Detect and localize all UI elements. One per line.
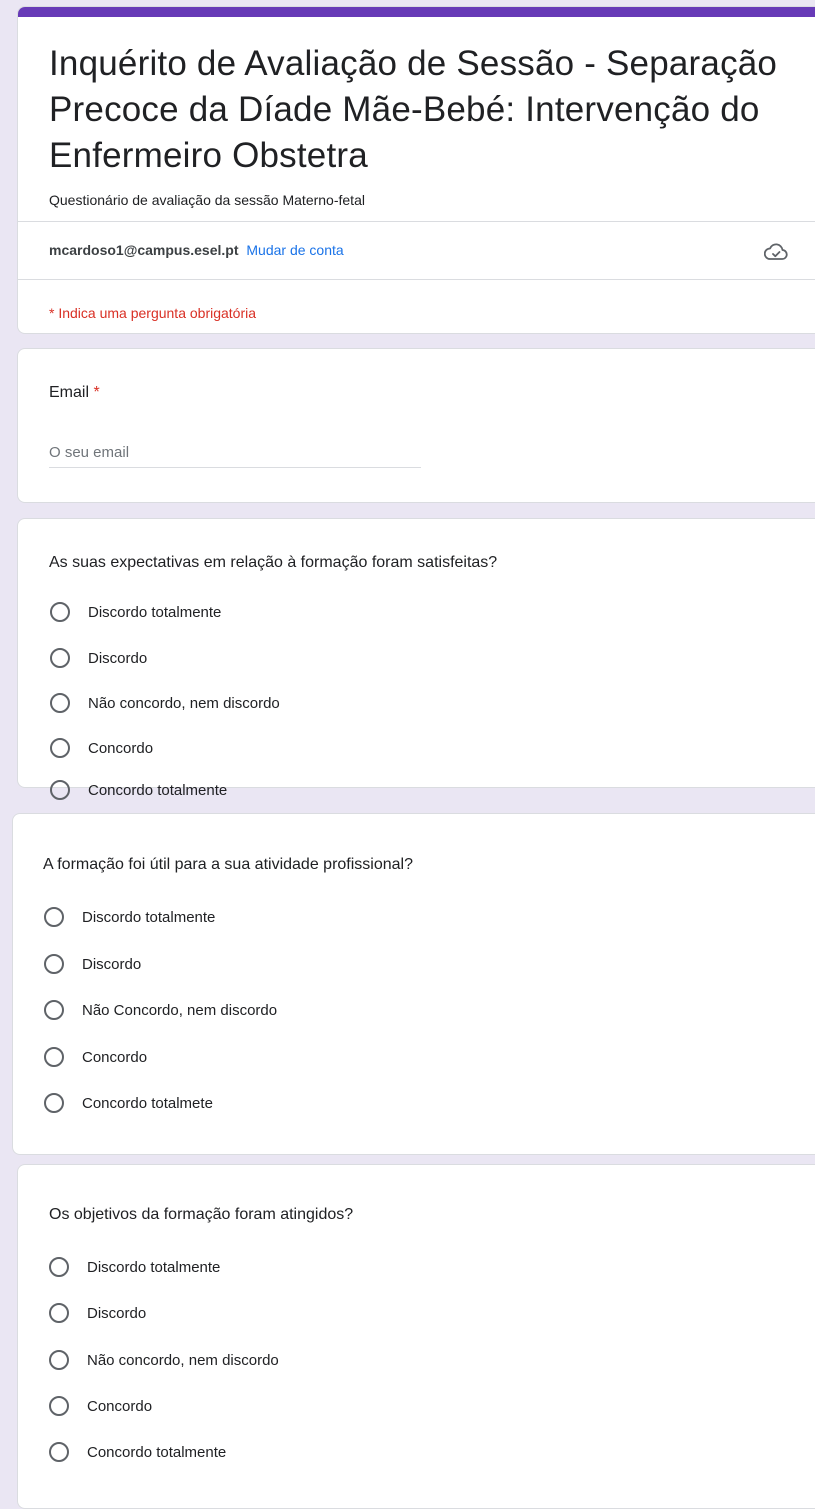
required-asterisk: * (93, 384, 100, 401)
radio-circle-icon[interactable] (50, 693, 70, 713)
header-divider (18, 221, 815, 222)
option-label: Não concordo, nem discordo (87, 1351, 279, 1369)
switch-account-link[interactable]: Mudar de conta (246, 242, 343, 258)
email-input[interactable] (49, 437, 421, 468)
radio-circle-icon[interactable] (50, 648, 70, 668)
form-header-card: Inquérito de Avaliação de Sessão - Separ… (17, 6, 815, 334)
account-divider (18, 279, 815, 280)
radio-circle-icon[interactable] (49, 1350, 69, 1370)
option-label: Discordo totalmente (82, 908, 216, 926)
email-question-label: Email * (49, 384, 100, 402)
option-label: Discordo (87, 1304, 147, 1322)
radio-circle-icon[interactable] (44, 1093, 64, 1113)
radio-circle-icon[interactable] (44, 1047, 64, 1067)
option-label: Concordo totalmente (88, 781, 228, 799)
radio-option[interactable]: Discordo totalmente (50, 602, 221, 622)
radio-option[interactable]: Concordo (49, 1396, 152, 1416)
account-email: mcardoso1@campus.esel.pt (49, 242, 239, 258)
screenshot-seam (0, 801, 815, 813)
question-label: As suas expectativas em relação à formaç… (49, 554, 498, 571)
form-title: Inquérito de Avaliação de Sessão - Separ… (49, 44, 778, 175)
option-label: Concordo (82, 1048, 148, 1066)
radio-option[interactable]: Concordo totalmete (44, 1093, 213, 1113)
radio-option[interactable]: Concordo totalmente (49, 1442, 226, 1462)
radio-option[interactable]: Discordo (50, 648, 147, 668)
option-label: Discordo totalmente (88, 603, 222, 621)
option-label: Concordo totalmete (82, 1094, 213, 1112)
radio-option[interactable]: Discordo (49, 1303, 146, 1323)
cloud-saved-icon[interactable] (764, 243, 788, 261)
radio-option[interactable]: Concordo totalmente (50, 780, 227, 800)
form-description: Questionário de avaliação da sessão Mate… (49, 192, 365, 208)
radio-option[interactable]: Discordo totalmente (49, 1257, 220, 1277)
question-label: Os objetivos da formação foram atingidos… (49, 1206, 354, 1223)
option-label: Discordo totalmente (87, 1258, 221, 1276)
radio-option[interactable]: Concordo (50, 738, 153, 758)
option-label: Concordo (87, 1397, 153, 1415)
question-card-2: A formação foi útil para a sua atividade… (12, 813, 815, 1155)
question-label: A formação foi útil para a sua atividade… (43, 856, 413, 873)
radio-circle-icon[interactable] (44, 954, 64, 974)
option-label: Discordo (88, 649, 148, 667)
email-question-card: Email * (17, 348, 815, 503)
radio-circle-icon[interactable] (49, 1396, 69, 1416)
question-card-1: As suas expectativas em relação à formaç… (17, 518, 815, 800)
radio-circle-icon[interactable] (44, 907, 64, 927)
option-label: Concordo (88, 739, 154, 757)
radio-circle-icon[interactable] (50, 738, 70, 758)
radio-option[interactable]: Não Concordo, nem discordo (44, 1000, 277, 1020)
radio-option[interactable]: Discordo (44, 954, 141, 974)
email-label-text: Email (49, 384, 90, 401)
radio-option[interactable]: Concordo (44, 1047, 147, 1067)
radio-circle-icon[interactable] (49, 1303, 69, 1323)
radio-option[interactable]: Não concordo, nem discordo (49, 1350, 279, 1370)
option-label: Não concordo, nem discordo (88, 694, 280, 712)
radio-circle-icon[interactable] (49, 1257, 69, 1277)
option-label: Concordo totalmente (87, 1443, 227, 1461)
question-card-3: Os objetivos da formação foram atingidos… (17, 1164, 815, 1509)
radio-circle-icon[interactable] (50, 602, 70, 622)
required-note: * Indica uma pergunta obrigatória (49, 305, 257, 321)
account-row: mcardoso1@campus.esel.pt Mudar de conta (49, 242, 344, 258)
header-accent-bar (18, 7, 815, 17)
option-label: Discordo (82, 955, 142, 973)
radio-circle-icon[interactable] (50, 780, 70, 800)
radio-circle-icon[interactable] (44, 1000, 64, 1020)
radio-option[interactable]: Não concordo, nem discordo (50, 693, 280, 713)
radio-option[interactable]: Discordo totalmente (44, 907, 215, 927)
option-label: Não Concordo, nem discordo (82, 1001, 278, 1019)
radio-circle-icon[interactable] (49, 1442, 69, 1462)
